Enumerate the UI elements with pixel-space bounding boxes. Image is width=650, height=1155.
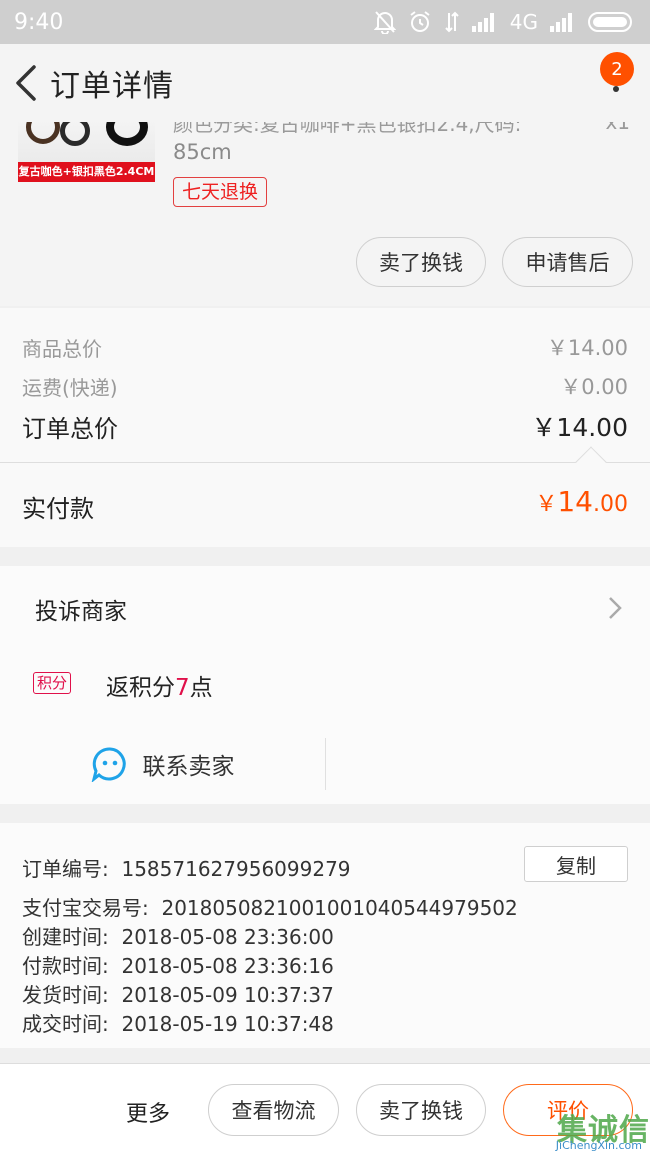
points-row: 积分 返积分7点 <box>0 646 650 722</box>
status-icons: 4G <box>373 10 636 34</box>
nav-bar: 订单详情 2 <box>0 44 650 122</box>
paid-label: 实付款 <box>22 495 94 523</box>
product-card[interactable]: 复古咖色+银扣黑色2.4CM 颜色分类:复古咖啡+黑色银扣2.4,尺码: 85c… <box>0 122 650 306</box>
complain-seller-label: 投诉商家 <box>35 599 127 625</box>
page-title: 订单详情 <box>50 69 174 104</box>
order-number-label: 订单编号: <box>22 857 109 881</box>
paid-time-row: 付款时间: 2018-05-08 23:36:16 <box>22 950 334 979</box>
chat-bubble-icon <box>91 747 126 782</box>
sell-button[interactable]: 卖了换钱 <box>356 237 486 287</box>
goods-total-row: 商品总价 ￥14.00 <box>22 332 628 362</box>
alipay-number: 2018050821001001040544979502 <box>161 896 518 920</box>
watermark: 集诚信 JiChengXin.com <box>532 1105 650 1155</box>
points-suffix: 点 <box>189 675 213 701</box>
view-logistics-button[interactable]: 查看物流 <box>208 1084 339 1136</box>
belt-buckle-graphic-2 <box>60 122 90 146</box>
product-title: 颜色分类:复古咖啡+黑色银扣2.4,尺码: <box>173 122 522 136</box>
order-total-label: 订单总价 <box>22 414 118 443</box>
shipping-value: ￥0.00 <box>560 375 628 399</box>
bell-off-icon <box>373 11 396 34</box>
complain-seller-row[interactable]: 投诉商家 <box>0 566 650 646</box>
shipping-label: 运费(快递) <box>22 375 118 400</box>
price-summary: 商品总价 ￥14.00 运费(快递) ￥0.00 订单总价 ￥14.00 <box>0 308 650 463</box>
chevron-left-icon <box>16 65 36 101</box>
watermark-url: JiChengXin.com <box>555 1139 642 1152</box>
order-total-value: ￥14.00 <box>531 413 628 442</box>
order-total-row: 订单总价 ￥14.00 <box>22 408 628 444</box>
shipped-time: 2018-05-09 10:37:37 <box>121 983 334 1007</box>
product-quantity: x1 <box>605 122 630 134</box>
paid-time: 2018-05-08 23:36:16 <box>121 954 334 978</box>
order-number-row: 订单编号: 158571627956099279 <box>22 853 351 882</box>
shipped-time-row: 发货时间: 2018-05-09 10:37:37 <box>22 979 334 1008</box>
copy-button[interactable]: 复制 <box>524 846 628 882</box>
product-thumbnail[interactable]: 复古咖色+银扣黑色2.4CM <box>18 122 155 182</box>
status-bar: 9:40 4G <box>0 0 650 44</box>
network-type: 4G <box>509 10 538 34</box>
alipay-label: 支付宝交易号: <box>22 896 149 920</box>
contact-seller-label: 联系卖家 <box>142 754 235 780</box>
refund-tag: 七天退换 <box>173 177 268 207</box>
shipping-row: 运费(快递) ￥0.00 <box>22 371 628 401</box>
paid-value: ￥14.00 <box>535 485 628 518</box>
points-tag: 积分 <box>33 672 72 694</box>
points-number: 7 <box>175 675 190 701</box>
alarm-icon <box>410 11 430 32</box>
paid-decimal: .00 <box>593 492 628 517</box>
signal-icon <box>471 13 494 32</box>
actions-card: 投诉商家 积分 返积分7点 联系卖家 <box>0 566 650 804</box>
data-transfer-icon <box>445 11 459 33</box>
alipay-row: 支付宝交易号: 2018050821001001040544979502 <box>22 892 518 921</box>
watermark-logo: 集诚信 <box>557 1113 650 1148</box>
order-info: 订单编号: 158571627956099279 复制 支付宝交易号: 2018… <box>0 823 650 1048</box>
closed-time: 2018-05-19 10:37:48 <box>121 1012 334 1036</box>
signal-icon-2 <box>550 13 572 32</box>
created-time-label: 创建时间: <box>22 925 109 949</box>
contact-seller-button[interactable]: 联系卖家 <box>0 738 325 790</box>
order-number: 158571627956099279 <box>121 857 351 881</box>
paid-time-label: 付款时间: <box>22 954 109 978</box>
more-button[interactable]: 更多 <box>126 1096 170 1128</box>
vertical-divider <box>325 738 326 790</box>
closed-time-row: 成交时间: 2018-05-19 10:37:48 <box>22 1008 334 1037</box>
after-sales-button[interactable]: 申请售后 <box>502 237 633 287</box>
created-time: 2018-05-08 23:36:00 <box>121 925 334 949</box>
battery-icon <box>588 12 632 32</box>
sell-button-bottom[interactable]: 卖了换钱 <box>356 1084 486 1136</box>
shipped-time-label: 发货时间: <box>22 983 109 1007</box>
closed-time-label: 成交时间: <box>22 1012 109 1036</box>
thumbnail-caption: 复古咖色+银扣黑色2.4CM <box>18 162 155 182</box>
points-text: 返积分7点 <box>106 668 213 702</box>
points-prefix: 返积分 <box>106 675 175 701</box>
status-time: 9:40 <box>14 9 64 35</box>
product-size: 85cm <box>173 140 232 164</box>
chevron-right-icon <box>609 597 622 619</box>
belt-buckle-graphic <box>26 122 60 144</box>
back-button[interactable] <box>2 53 50 113</box>
notification-badge: 2 <box>600 52 634 86</box>
goods-total-label: 商品总价 <box>22 336 102 361</box>
paid-currency: ￥ <box>535 492 558 517</box>
goods-total-value: ￥14.00 <box>546 336 628 360</box>
more-dot <box>613 86 619 92</box>
created-time-row: 创建时间: 2018-05-08 23:36:00 <box>22 921 334 950</box>
paid-row: 实付款 ￥14.00 <box>0 463 650 547</box>
paid-integer: 14 <box>557 485 593 518</box>
belt-roll-graphic <box>106 122 148 146</box>
